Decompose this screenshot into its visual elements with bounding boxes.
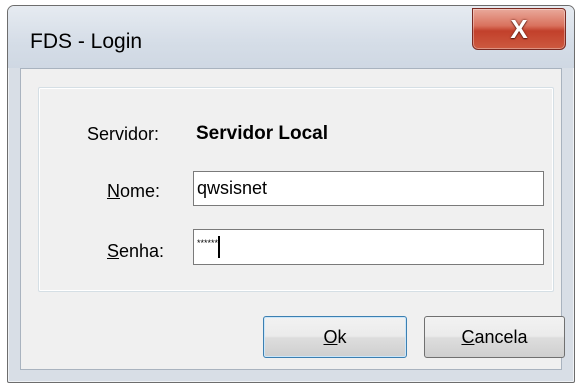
text-caret <box>218 236 221 258</box>
ok-button-accelerator: O <box>323 326 338 347</box>
password-input-content: ****** <box>197 236 221 258</box>
password-mask: ****** <box>197 238 219 248</box>
name-input[interactable]: qwsisnet <box>193 171 544 206</box>
server-label: Servidor: <box>87 124 160 144</box>
password-label-text: enha: <box>119 241 165 261</box>
close-icon: X <box>510 14 528 44</box>
name-label: Nome: <box>107 181 160 202</box>
password-label: Senha: <box>107 241 164 262</box>
cancel-button-accelerator: C <box>461 326 475 347</box>
title-bar[interactable]: FDS - Login X <box>8 6 574 68</box>
cancel-button[interactable]: Cancela <box>424 316 565 358</box>
ok-button-label: k <box>337 326 347 347</box>
password-input[interactable]: ****** <box>193 229 544 265</box>
password-label-accelerator: S <box>107 241 120 261</box>
login-dialog-window: FDS - Login X Servidor: Servidor Local N… <box>7 5 575 383</box>
server-value: Servidor Local <box>196 123 328 144</box>
name-label-text: ome: <box>120 181 161 201</box>
name-input-value: qwsisnet <box>197 178 268 198</box>
close-button[interactable]: X <box>472 8 566 50</box>
ok-button[interactable]: Ok <box>263 316 407 358</box>
cancel-button-label: ancela <box>474 326 528 347</box>
dialog-client-area: Servidor: Servidor Local Nome: qwsisnet … <box>20 68 565 370</box>
name-label-accelerator: N <box>107 181 120 201</box>
window-title: FDS - Login <box>30 30 143 53</box>
